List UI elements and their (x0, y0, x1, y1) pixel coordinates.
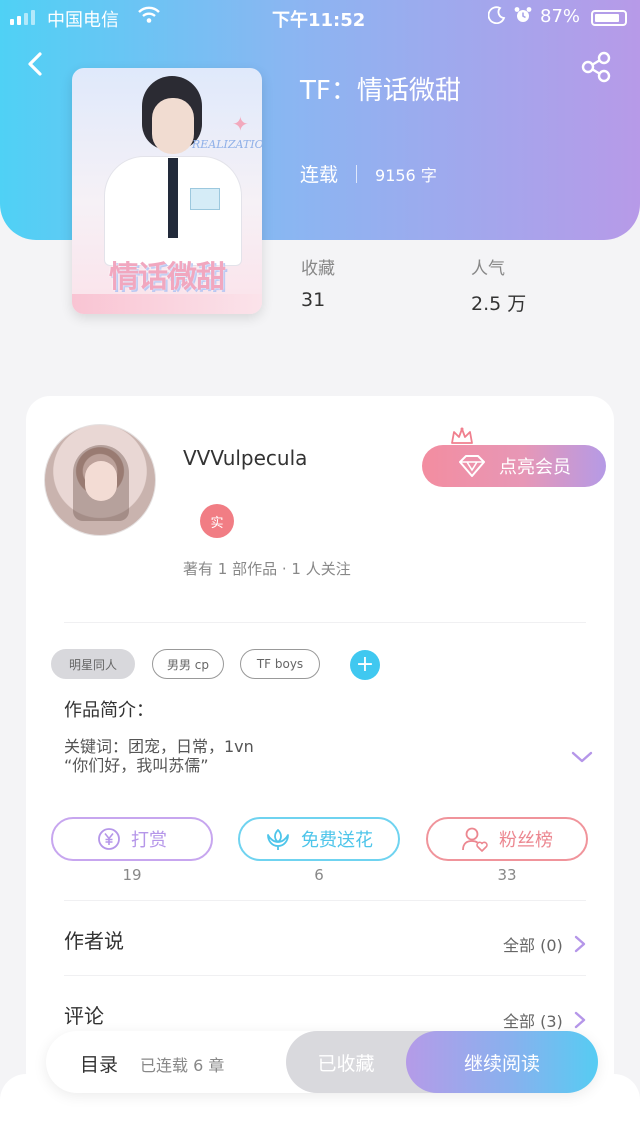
fans-ranking-button[interactable]: 粉丝榜 (426, 817, 588, 861)
moon-icon (487, 6, 506, 29)
author-says-title: 作者说 (64, 929, 124, 953)
flower-label: 免费送花 (301, 830, 373, 851)
flower-icon (267, 829, 289, 850)
author-avatar[interactable] (44, 424, 156, 536)
favorites-value: 31 (301, 289, 326, 311)
divider (64, 622, 586, 623)
back-button[interactable] (20, 48, 52, 80)
author-name[interactable]: VVVulpecula (183, 446, 307, 470)
tag-item[interactable]: TF boys (240, 649, 320, 679)
flower-count: 6 (314, 866, 324, 884)
book-meta: 连载 9156 字 (300, 160, 437, 187)
popularity-label: 人气 (471, 259, 505, 279)
cover-title: 情话微甜 (109, 260, 226, 295)
chevron-down-icon[interactable] (570, 748, 594, 766)
author-says-link[interactable]: 全部 (0) (503, 932, 587, 956)
signal-icon (10, 9, 35, 25)
comments-title: 评论 (64, 1004, 104, 1028)
favorites-label: 收藏 (301, 259, 335, 279)
divider (64, 975, 586, 976)
continue-reading-button[interactable]: 继续阅读 (406, 1031, 598, 1093)
plus-icon: + (355, 652, 375, 677)
share-button[interactable] (580, 50, 614, 84)
word-count: 9156 字 (375, 165, 437, 185)
fans-count: 33 (497, 866, 517, 884)
fans-label: 粉丝榜 (499, 830, 553, 851)
user-heart-icon (462, 827, 488, 852)
tip-button[interactable]: 打赏 (51, 817, 213, 861)
chevron-right-icon (574, 935, 585, 953)
divider (64, 900, 586, 901)
tip-label: 打赏 (131, 830, 167, 851)
clock: 下午11:52 (272, 10, 366, 31)
continue-reading-label: 继续阅读 (463, 1052, 540, 1075)
chapter-count: 已连载 6 章 (140, 1056, 225, 1075)
intro-quote: “你们好，我叫苏儒” (64, 756, 209, 775)
battery-icon (591, 10, 627, 26)
author-says-all: 全部 (0) (503, 936, 563, 955)
status-bar: 中国电信 下午11:52 87% (0, 0, 640, 36)
tag-item[interactable]: 男男 cp (152, 649, 224, 679)
tag-item[interactable]: 明星同人 (51, 649, 135, 679)
toc-button[interactable]: 目录 (80, 1050, 118, 1077)
book-status: 连载 (300, 164, 339, 186)
collected-label: 已收藏 (317, 1052, 375, 1075)
meta-divider (356, 164, 358, 183)
yen-icon (98, 828, 120, 850)
add-tag-button[interactable]: + (350, 650, 380, 680)
verified-badge: 实 (200, 504, 234, 538)
book-cover[interactable]: ✦ REALIZATION 情话微甜 (72, 68, 262, 314)
book-title: TF：情话微甜 (300, 76, 461, 106)
popularity-value: 2.5 万 (471, 293, 527, 315)
send-flower-button[interactable]: 免费送花 (238, 817, 400, 861)
popularity-stat: 人气 2.5 万 (471, 254, 526, 316)
comments-link[interactable]: 全部 (3) (503, 1008, 587, 1032)
favorites-stat: 收藏 31 (301, 254, 335, 311)
intro-title: 作品简介： (64, 700, 154, 721)
comments-all: 全部 (3) (503, 1012, 563, 1031)
battery-percent: 87% (540, 6, 581, 27)
carrier-label: 中国电信 (47, 10, 119, 31)
alarm-icon (514, 6, 532, 29)
sparkle-icon: ✦ (232, 112, 249, 136)
diamond-icon (459, 455, 485, 477)
vip-button-label: 点亮会员 (499, 457, 571, 478)
vip-button[interactable]: 点亮会员 (422, 445, 606, 487)
share-icon (581, 51, 611, 83)
chevron-right-icon (574, 1011, 585, 1029)
chevron-left-icon (28, 52, 42, 76)
cover-word: REALIZATION (192, 138, 262, 151)
crown-icon (450, 426, 474, 446)
wifi-icon (138, 6, 160, 29)
author-info: 著有 1 部作品 · 1 人关注 (183, 560, 351, 578)
tip-count: 19 (122, 866, 142, 884)
